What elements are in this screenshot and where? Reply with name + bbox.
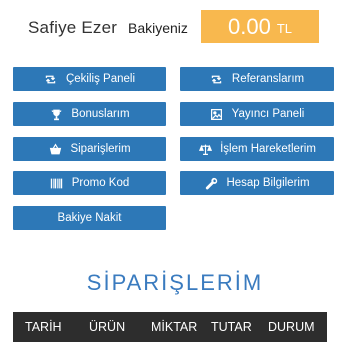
publisher-panel-label: Yayıncı Paneli <box>231 108 305 120</box>
image-icon <box>210 107 224 121</box>
column-header-amount: TUTAR <box>211 320 252 334</box>
column-header-date: TARİH <box>25 320 62 334</box>
promo-code-label: Promo Kod <box>71 177 130 189</box>
trophy-icon <box>49 107 63 121</box>
balance-amount: 0.00 <box>228 13 271 39</box>
orders-table-header: TARİH ÜRÜN MİKTAR TUTAR DURUM <box>13 312 327 342</box>
cash-balance-button[interactable]: Bakiye Nakit <box>13 206 166 230</box>
bonuses-label: Bonuslarım <box>71 108 130 120</box>
transactions-button[interactable]: İşlem Hareketlerim <box>180 137 334 161</box>
promo-code-button[interactable]: Promo Kod <box>13 171 166 195</box>
column-header-status: DURUM <box>268 320 315 334</box>
balance-label: Bakiyeniz <box>128 20 188 36</box>
balance-currency: TL <box>276 20 292 36</box>
balance-scale-icon <box>198 142 212 156</box>
section-title: SİPARİŞLERİM <box>86 270 264 295</box>
balance-box: 0.00 TL <box>201 10 319 43</box>
withdraw-panel-label: Çekiliş Paneli <box>65 73 136 85</box>
wrench-icon <box>204 176 218 190</box>
orders-label: Siparişlerim <box>70 143 131 155</box>
account-info-button[interactable]: Hesap Bilgilerim <box>180 171 334 195</box>
referrals-button[interactable]: Referanslarım <box>180 67 334 91</box>
publisher-panel-button[interactable]: Yayıncı Paneli <box>180 102 334 126</box>
transactions-label: İşlem Hareketlerim <box>220 143 316 155</box>
basket-icon <box>48 142 62 156</box>
account-info-label: Hesap Bilgilerim <box>226 177 310 189</box>
cash-balance-label: Bakiye Nakit <box>57 212 122 224</box>
bonuses-button[interactable]: Bonuslarım <box>13 102 166 126</box>
referrals-label: Referanslarım <box>231 73 305 85</box>
withdraw-panel-button[interactable]: Çekiliş Paneli <box>13 67 166 91</box>
retweet-icon <box>44 72 58 86</box>
username: Safiye Ezer <box>28 18 118 37</box>
column-header-product: ÜRÜN <box>89 320 126 334</box>
header: Safiye Ezer Bakiyeniz 0.00 TL <box>0 0 350 56</box>
barcode-icon <box>50 176 64 190</box>
retweet-icon <box>210 72 224 86</box>
column-header-quantity: MİKTAR <box>151 320 198 334</box>
orders-button[interactable]: Siparişlerim <box>13 137 166 161</box>
page: Safiye Ezer Bakiyeniz 0.00 TL Çekiliş Pa… <box>0 0 350 350</box>
